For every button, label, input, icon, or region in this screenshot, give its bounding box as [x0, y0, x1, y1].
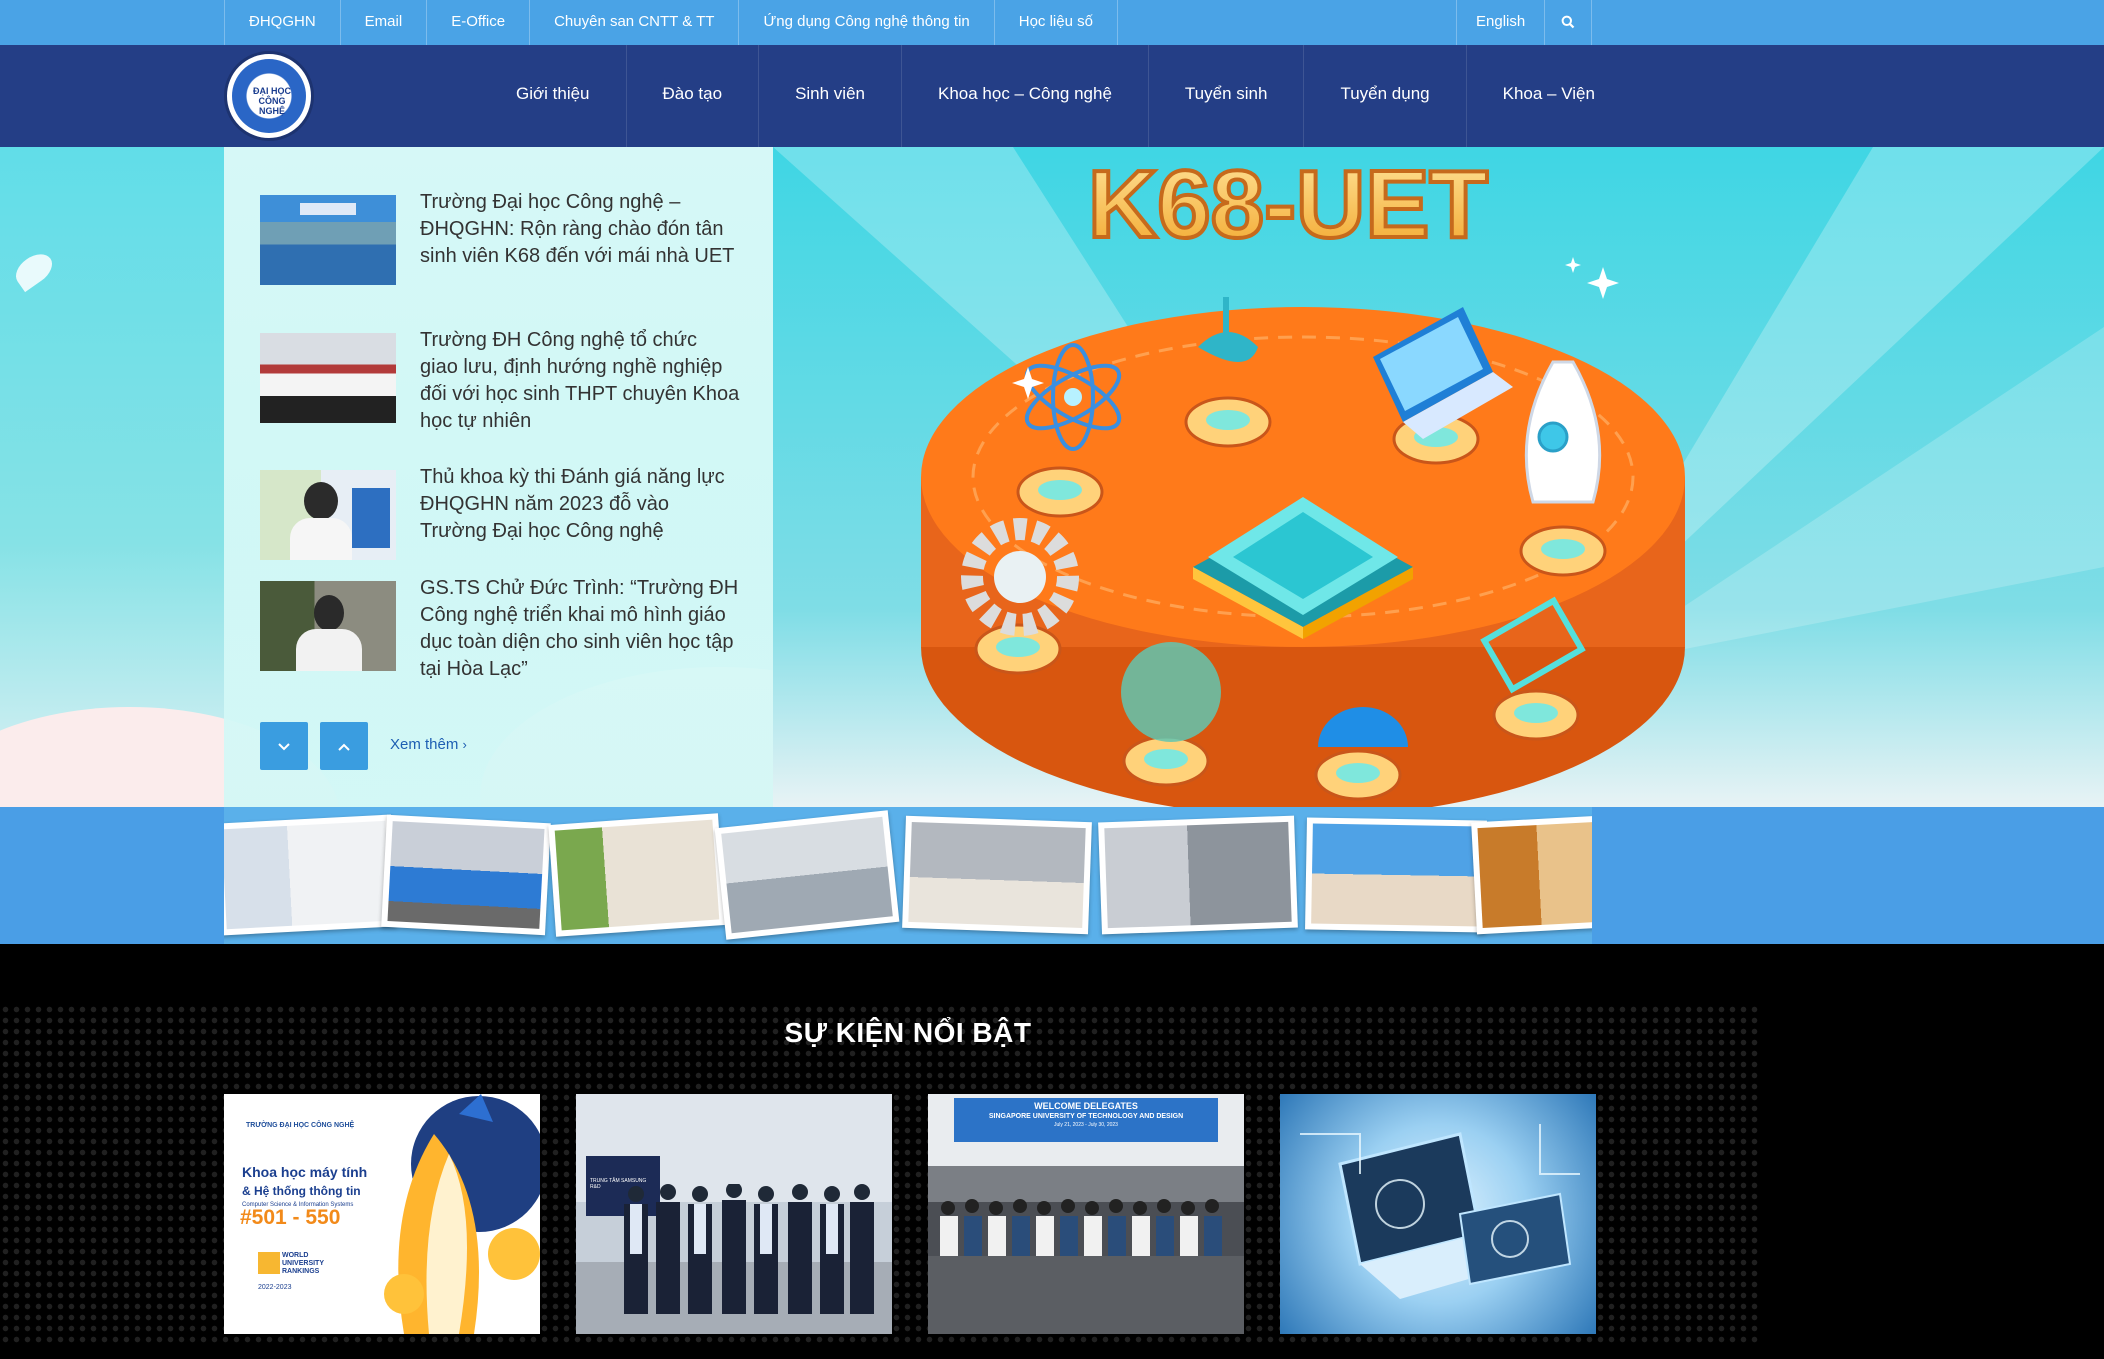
- nav-item-sinh-vien[interactable]: Sinh viên: [759, 45, 902, 147]
- poster-line-1: Khoa học máy tính: [242, 1164, 368, 1180]
- hero-section: Trường Đại học Công nghệ – ĐHQGHN: Rộn r…: [0, 147, 2104, 807]
- group-photo-people: [624, 1184, 874, 1314]
- event-card[interactable]: TRƯỜNG ĐẠI HỌC CÔNG NGHỆ Khoa học máy tí…: [224, 1094, 540, 1334]
- news-thumbnail[interactable]: [260, 195, 396, 285]
- utility-link-email[interactable]: Email: [341, 0, 428, 45]
- collage-photo: [224, 814, 397, 936]
- news-prev-button[interactable]: [320, 722, 368, 770]
- chevron-down-icon: [278, 743, 290, 751]
- collage-photo: [714, 810, 900, 940]
- university-logo[interactable]: ĐẠI HỌC CÔNG NGHỆ: [224, 51, 314, 141]
- top-utility-bar: ĐHQGHN Email E-Office Chuyên san CNTT & …: [0, 0, 2104, 45]
- poster-rank: #501 - 550: [240, 1206, 341, 1229]
- news-thumbnail[interactable]: [260, 333, 396, 423]
- photo-collage: [224, 807, 1592, 944]
- ranking-badge: [258, 1252, 280, 1274]
- news-next-button[interactable]: [260, 722, 308, 770]
- utility-link-eoffice[interactable]: E-Office: [427, 0, 531, 45]
- banner-title: K68-UET: [1088, 151, 1488, 258]
- news-item[interactable]: GS.TS Chử Đức Trình: “Trường ĐH Công ngh…: [260, 577, 740, 683]
- language-switch[interactable]: English: [1456, 0, 1544, 45]
- event-card[interactable]: [1280, 1094, 1596, 1334]
- search-button[interactable]: [1544, 0, 1593, 45]
- utility-link-chuyen-san[interactable]: Chuyên san CNTT & TT: [530, 0, 740, 45]
- photo-collage-strip: [0, 807, 2104, 944]
- more-news-label: Xem thêm: [390, 736, 459, 753]
- welcome-banner: WELCOME DELEGATES SINGAPORE UNIVERSITY O…: [954, 1098, 1218, 1142]
- more-news-link[interactable]: Xem thêm ›: [390, 736, 467, 753]
- drop-decoration: [10, 247, 58, 293]
- ranking-years: 2022-2023: [258, 1284, 292, 1291]
- welcome-line-1: WELCOME DELEGATES: [1034, 1101, 1138, 1111]
- nav-item-tuyen-sinh[interactable]: Tuyển sinh: [1149, 45, 1305, 147]
- main-menu: Giới thiệu Đào tạo Sinh viên Khoa học – …: [480, 45, 1631, 147]
- news-title[interactable]: Trường ĐH Công nghệ tổ chức giao lưu, đị…: [420, 327, 740, 435]
- main-navigation: ĐẠI HỌC CÔNG NGHỆ Giới thiệu Đào tạo Sin…: [0, 45, 2104, 147]
- rocket-illustration: [384, 1094, 540, 1334]
- section-heading: SỰ KIỆN NỔI BẬT: [784, 1017, 1032, 1048]
- nav-item-dao-tao[interactable]: Đào tạo: [627, 45, 760, 147]
- nav-item-tuyen-dung[interactable]: Tuyển dụng: [1304, 45, 1467, 147]
- laptop-illustration: [1300, 1124, 1580, 1299]
- news-title[interactable]: GS.TS Chử Đức Trình: “Trường ĐH Công ngh…: [420, 575, 740, 683]
- poster-header: TRƯỜNG ĐẠI HỌC CÔNG NGHỆ: [246, 1122, 355, 1129]
- news-item[interactable]: Trường Đại học Công nghệ – ĐHQGHN: Rộn r…: [260, 191, 740, 285]
- ranking-label: WORLD UNIVERSITY RANKINGS: [282, 1252, 324, 1275]
- welcome-line-3: July 21, 2023 - July 30, 2023: [1054, 1122, 1118, 1128]
- collage-photo: [1471, 815, 1592, 935]
- collage-photo: [1305, 817, 1487, 933]
- collage-photo: [548, 813, 726, 937]
- news-thumbnail[interactable]: [260, 470, 396, 560]
- utility-link-hoc-lieu-so[interactable]: Học liệu số: [995, 0, 1118, 45]
- news-thumbnail[interactable]: [260, 581, 396, 671]
- logo-text: ĐẠI HỌC CÔNG NGHỆ: [253, 86, 291, 116]
- nav-item-khoa-vien[interactable]: Khoa – Viện: [1467, 45, 1631, 147]
- nav-item-gioi-thieu[interactable]: Giới thiệu: [480, 45, 627, 147]
- collage-photo: [381, 814, 551, 936]
- utility-right: English: [1456, 0, 1593, 45]
- chevron-up-icon: [338, 743, 350, 751]
- featured-events-section: SỰ KIỆN NỔI BẬT TRƯỜNG ĐẠI HỌC CÔNG NGHỆ…: [0, 944, 2104, 1359]
- event-card[interactable]: WELCOME DELEGATES SINGAPORE UNIVERSITY O…: [928, 1094, 1244, 1334]
- chevron-right-icon: ›: [462, 737, 467, 752]
- news-item[interactable]: Thủ khoa kỳ thi Đánh giá năng lực ĐHQGHN…: [260, 466, 740, 560]
- news-title[interactable]: Trường Đại học Công nghệ – ĐHQGHN: Rộn r…: [420, 189, 740, 285]
- news-panel: Trường Đại học Công nghệ – ĐHQGHN: Rộn r…: [224, 147, 773, 807]
- news-item[interactable]: Trường ĐH Công nghệ tổ chức giao lưu, đị…: [260, 329, 740, 435]
- poster-line-2: & Hệ thống thông tin: [242, 1184, 361, 1198]
- collage-photo: [1098, 815, 1298, 935]
- news-title[interactable]: Thủ khoa kỳ thi Đánh giá năng lực ĐHQGHN…: [420, 464, 740, 560]
- event-card[interactable]: TRUNG TÂM SAMSUNG R&D: [576, 1094, 892, 1334]
- group-photo-crowd: [928, 1199, 1244, 1334]
- utility-link-dhqghn[interactable]: ĐHQGHN: [224, 0, 341, 45]
- welcome-line-2: SINGAPORE UNIVERSITY OF TECHNOLOGY AND D…: [988, 1113, 1184, 1120]
- utility-link-ung-dung-cntt[interactable]: Ứng dụng Công nghệ thông tin: [739, 0, 995, 45]
- search-icon: [1561, 15, 1575, 29]
- hero-banner[interactable]: K68-UET: [773, 147, 2104, 807]
- utility-links: ĐHQGHN Email E-Office Chuyên san CNTT & …: [224, 0, 1118, 45]
- nav-item-khoa-hoc-cong-nghe[interactable]: Khoa học – Công nghệ: [902, 45, 1149, 147]
- collage-photo: [902, 815, 1092, 935]
